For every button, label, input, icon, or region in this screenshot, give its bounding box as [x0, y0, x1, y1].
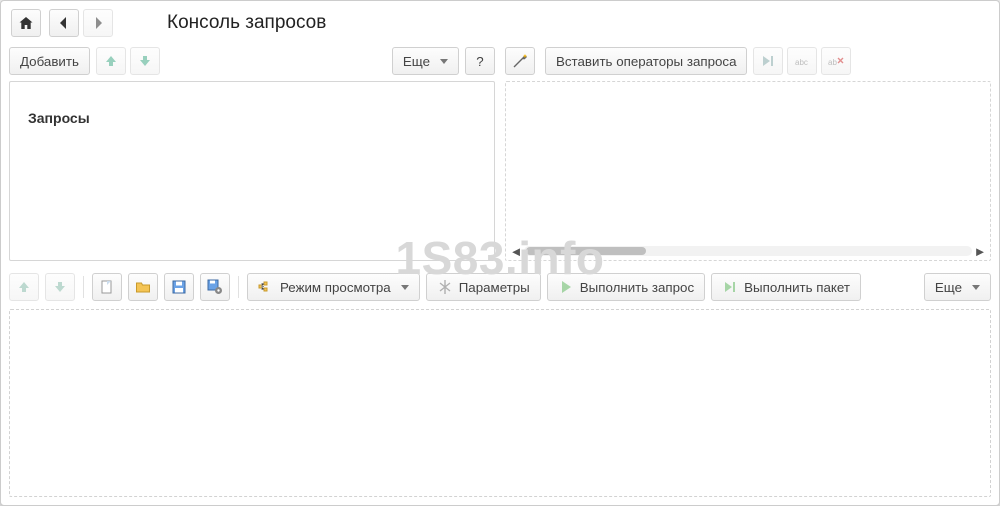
home-icon	[18, 15, 34, 31]
open-file-button[interactable]	[128, 273, 158, 301]
diskette-save-icon	[171, 279, 187, 295]
left-more-button[interactable]: Еще	[392, 47, 459, 75]
text-abc-icon: abc	[794, 53, 810, 69]
folder-open-icon	[135, 279, 151, 295]
chevron-down-icon	[401, 285, 409, 290]
queries-tree[interactable]: Запросы	[9, 81, 495, 261]
new-file-button[interactable]	[92, 273, 122, 301]
arrow-up-icon	[16, 279, 32, 295]
query-text-area[interactable]: ◄ ►	[505, 81, 991, 261]
help-label: ?	[476, 54, 483, 69]
execute-query-button[interactable]: Выполнить запрос	[547, 273, 705, 301]
execute-batch-label: Выполнить пакет	[744, 280, 850, 295]
view-mode-icon	[258, 279, 274, 295]
play-batch-icon	[722, 279, 738, 295]
add-button-label: Добавить	[20, 54, 79, 69]
text-abc-clear-icon: ab	[828, 53, 844, 69]
insert-operators-label: Вставить операторы запроса	[556, 54, 736, 69]
left-pane: Добавить Еще	[9, 45, 495, 261]
result-more-button[interactable]: Еще	[924, 273, 991, 301]
result-move-down-button[interactable]	[45, 273, 75, 301]
arrow-down-icon	[52, 279, 68, 295]
result-more-label: Еще	[935, 280, 962, 295]
scroll-left-icon: ◄	[510, 245, 522, 257]
svg-text:ab: ab	[828, 58, 837, 67]
svg-text:abc: abc	[795, 58, 808, 67]
upper-section: Добавить Еще	[9, 45, 991, 261]
text-clear-button[interactable]: ab	[821, 47, 851, 75]
diskette-gear-icon	[207, 279, 223, 295]
page-title: Консоль запросов	[167, 12, 326, 34]
move-up-button[interactable]	[96, 47, 126, 75]
run-step-button[interactable]	[753, 47, 783, 75]
document-new-icon	[99, 279, 115, 295]
save-file-button[interactable]	[164, 273, 194, 301]
nav-bar: Консоль запросов	[9, 7, 991, 45]
app-window: 1S83.info Консоль запросов	[0, 0, 1000, 506]
scroll-right-icon: ►	[974, 245, 986, 257]
add-button[interactable]: Добавить	[9, 47, 90, 75]
move-down-button[interactable]	[130, 47, 160, 75]
right-pane: Вставить операторы запроса abc	[505, 45, 991, 261]
arrow-down-icon	[137, 53, 153, 69]
view-mode-button[interactable]: Режим просмотра	[247, 273, 420, 301]
left-more-label: Еще	[403, 54, 430, 69]
execute-query-label: Выполнить запрос	[580, 280, 694, 295]
left-toolbar: Добавить Еще	[9, 45, 495, 81]
chevron-down-icon	[440, 59, 448, 64]
right-toolbar: Вставить операторы запроса abc	[505, 45, 991, 81]
home-button[interactable]	[11, 9, 41, 37]
divider	[83, 276, 84, 298]
result-toolbar: Режим просмотра Параметры Выполнить запр…	[9, 261, 991, 309]
chevron-down-icon	[972, 285, 980, 290]
save-settings-button[interactable]	[200, 273, 230, 301]
magic-wand-icon	[512, 53, 528, 69]
divider	[238, 276, 239, 298]
insert-operators-button[interactable]: Вставить операторы запроса	[545, 47, 747, 75]
scrollbar-track	[524, 246, 972, 256]
parameters-icon	[437, 279, 453, 295]
forward-button[interactable]	[83, 9, 113, 37]
play-icon	[558, 279, 574, 295]
help-button[interactable]: ?	[465, 47, 495, 75]
play-step-icon	[760, 53, 776, 69]
arrow-up-icon	[103, 53, 119, 69]
result-move-up-button[interactable]	[9, 273, 39, 301]
horizontal-scrollbar[interactable]: ◄ ►	[510, 244, 986, 258]
arrow-left-icon	[56, 15, 72, 31]
parameters-label: Параметры	[459, 280, 530, 295]
query-builder-button[interactable]	[505, 47, 535, 75]
view-mode-label: Режим просмотра	[280, 280, 391, 295]
text-mode-button[interactable]: abc	[787, 47, 817, 75]
parameters-button[interactable]: Параметры	[426, 273, 541, 301]
scrollbar-thumb[interactable]	[526, 247, 646, 255]
result-area[interactable]	[9, 309, 991, 497]
tree-root-node[interactable]: Запросы	[28, 110, 494, 126]
arrow-right-icon	[90, 15, 106, 31]
back-button[interactable]	[49, 9, 79, 37]
execute-batch-button[interactable]: Выполнить пакет	[711, 273, 861, 301]
